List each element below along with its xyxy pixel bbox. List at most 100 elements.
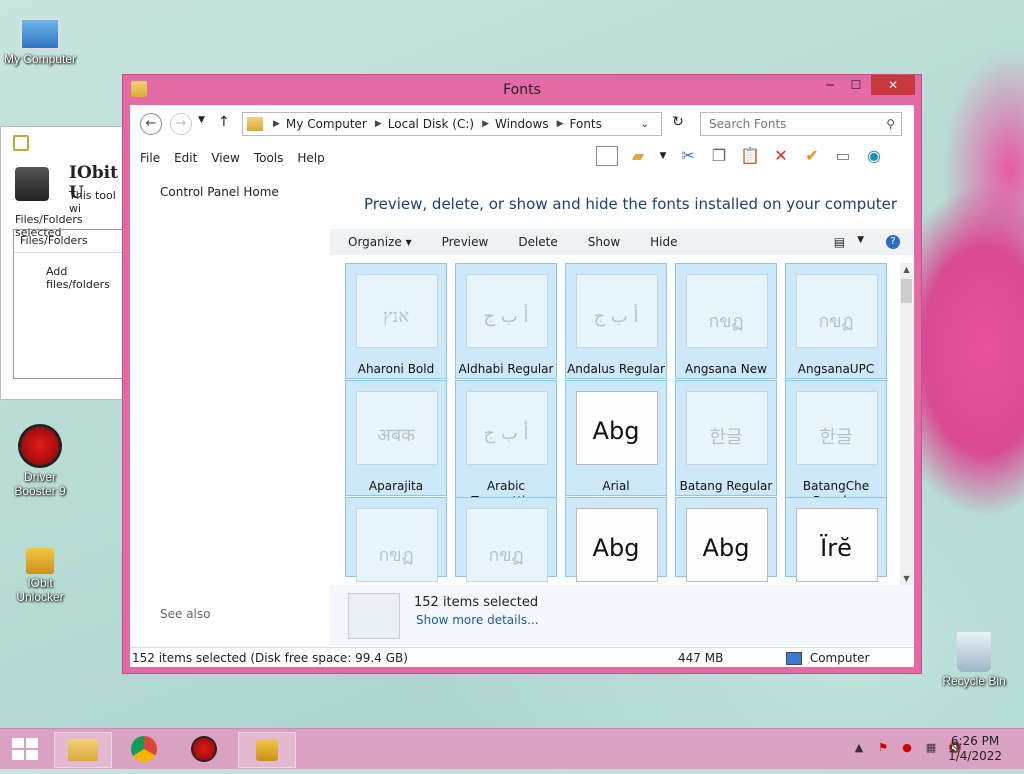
status-size: 447 MB — [678, 651, 724, 665]
font-tile[interactable]: 한글BatangChe Regular — [785, 380, 887, 511]
network-icon[interactable]: ▦ — [922, 741, 940, 757]
menu-edit[interactable]: Edit — [174, 151, 197, 165]
font-tile[interactable]: Ïrĕ — [785, 497, 887, 582]
show-more-details-link[interactable]: Show more details... — [416, 613, 539, 627]
rename-icon[interactable]: ▭ — [832, 145, 854, 167]
iobit-column-header[interactable]: Files/Folders — [14, 230, 126, 253]
taskbar-chrome[interactable] — [116, 732, 172, 766]
help-icon[interactable]: ? — [886, 235, 900, 249]
control-panel-home-link[interactable]: Control Panel Home — [160, 185, 279, 199]
paste-icon[interactable]: 📋 — [739, 145, 761, 167]
start-button[interactable] — [0, 732, 50, 766]
up-button[interactable]: ↑ — [218, 114, 230, 130]
desktop-icon-iobit-unlocker[interactable]: IObit Unlocker — [0, 534, 80, 604]
maximize-button[interactable]: ☐ — [843, 75, 869, 95]
minimize-button[interactable]: ─ — [817, 75, 843, 95]
copy-icon[interactable]: ❐ — [708, 145, 730, 167]
toolbar: ▰ ▼ ✂ ❐ 📋 ✕ ✔ ▭ ◉ — [596, 145, 894, 167]
scroll-thumb[interactable] — [901, 279, 912, 303]
show-hidden-icons-icon[interactable]: ▲ — [850, 741, 868, 757]
status-bar: 152 items selected (Disk free space: 99.… — [130, 647, 914, 668]
checkmark-icon[interactable]: ✔ — [801, 145, 823, 167]
font-tile[interactable]: กขฏ AngsanaUPC — [785, 263, 887, 379]
organize-button[interactable]: Organize ▾ — [348, 235, 412, 249]
scroll-down-icon[interactable]: ▼ — [900, 574, 913, 583]
taskbar: ▲ ⚑ ● ▦ 🔇 6:26 PM 1/4/2022 — [0, 728, 1024, 769]
font-tile[interactable]: Abg — [675, 497, 777, 582]
scroll-up-icon[interactable]: ▲ — [900, 265, 913, 274]
breadcrumb-local-disk[interactable]: Local Disk (C:) — [388, 117, 474, 131]
breadcrumb-fonts[interactable]: Fonts — [570, 117, 602, 131]
hide-button[interactable]: Hide — [650, 235, 677, 249]
font-tile[interactable]: Abg — [565, 497, 667, 582]
font-preview-glyph: אנץ — [382, 306, 410, 327]
font-tile[interactable]: กขฏ — [455, 497, 557, 582]
font-preview-glyph: Abg — [592, 417, 640, 445]
command-bar: Organize ▾ Preview Delete Show Hide ▤ ▼ … — [330, 229, 914, 255]
forward-button[interactable]: → — [170, 113, 192, 135]
unlocker-logo-icon — [15, 167, 49, 201]
computer-icon — [20, 18, 60, 50]
window-titlebar[interactable]: Fonts ─ ☐ ✕ — [123, 75, 921, 105]
search-icon[interactable]: ⚲ — [878, 117, 901, 131]
driver-booster-tray-icon[interactable]: ● — [898, 741, 916, 757]
desktop-icon-recycle-bin[interactable]: Recycle Bin — [934, 632, 1014, 688]
properties-globe-icon[interactable]: ◉ — [863, 145, 885, 167]
recent-locations-icon[interactable]: ▼ — [198, 115, 205, 125]
font-preview-thumbnail — [348, 593, 400, 639]
font-preview-glyph: أ ب ج — [483, 423, 529, 444]
font-tile[interactable]: 한글 Batang Regular — [675, 380, 777, 496]
font-tile[interactable]: กขฏ — [345, 497, 447, 582]
delete-button[interactable]: Delete — [518, 235, 557, 249]
iobit-file-list[interactable]: Files/Folders Add files/folders — [13, 229, 127, 379]
vertical-scrollbar[interactable]: ▲ ▼ — [900, 263, 913, 585]
folder-check-icon[interactable]: ▰ — [627, 145, 649, 167]
desktop-icon-my-computer[interactable]: My Computer — [0, 10, 80, 66]
font-tile[interactable]: أ ب ج Andalus Regular — [565, 263, 667, 379]
font-tile[interactable]: กขฏ Angsana New — [675, 263, 777, 379]
font-name: Angsana New — [685, 362, 767, 376]
font-preview-glyph: กขฏ — [378, 545, 414, 566]
taskbar-file-explorer[interactable] — [54, 732, 112, 768]
close-button[interactable]: ✕ — [871, 75, 915, 95]
fonts-grid: אנץ Aharoni Bold أ ب ج Aldhabi Regular أ ب ج… — [345, 263, 901, 585]
driver-booster-icon — [191, 736, 217, 762]
taskbar-iobit-unlocker[interactable] — [238, 732, 296, 768]
preview-button[interactable]: Preview — [442, 235, 489, 249]
view-dropdown-icon[interactable]: ▼ — [857, 235, 864, 249]
font-tile[interactable]: אנץ Aharoni Bold — [345, 263, 447, 379]
taskbar-driver-booster[interactable] — [176, 732, 232, 766]
font-tile[interactable]: अबक Aparajita — [345, 380, 447, 496]
address-bar[interactable]: ▶ My Computer ▶ Local Disk (C:) ▶ Window… — [242, 112, 662, 136]
menu-view[interactable]: View — [211, 151, 239, 165]
layout-pane-icon[interactable] — [596, 146, 618, 166]
breadcrumb-my-computer[interactable]: My Computer — [286, 117, 367, 131]
font-preview-glyph: أ ب ج — [593, 306, 639, 327]
status-selection: 152 items selected (Disk free space: 99.… — [132, 651, 408, 665]
fonts-folder-icon — [247, 117, 263, 131]
iobit-subtitle: This tool wi — [69, 189, 116, 215]
menu-file[interactable]: File — [140, 151, 160, 165]
breadcrumb-windows[interactable]: Windows — [495, 117, 549, 131]
delete-icon[interactable]: ✕ — [770, 145, 792, 167]
menu-help[interactable]: Help — [297, 151, 324, 165]
font-preview-glyph: 한글 — [819, 427, 853, 448]
font-preview-glyph: 한글 — [709, 427, 743, 448]
back-button[interactable]: ← — [140, 113, 162, 135]
show-button[interactable]: Show — [588, 235, 620, 249]
action-center-flag-icon[interactable]: ⚑ — [874, 741, 892, 757]
search-input[interactable]: Search Fonts ⚲ — [700, 112, 902, 136]
clock[interactable]: 6:26 PM 1/4/2022 — [948, 734, 1002, 764]
dropdown-arrow-icon[interactable]: ▼ — [658, 145, 668, 167]
menu-tools[interactable]: Tools — [254, 151, 284, 165]
desktop-icon-driver-booster[interactable]: Driver Booster 9 — [0, 424, 80, 498]
refresh-button[interactable]: ↻ — [668, 114, 688, 134]
font-preview-glyph: Ïrĕ — [820, 534, 852, 562]
chevron-down-icon[interactable]: ⌄ — [641, 119, 649, 130]
view-icon[interactable]: ▤ — [834, 235, 845, 249]
font-tile[interactable]: Abg Arial — [565, 380, 667, 496]
cut-icon[interactable]: ✂ — [677, 145, 699, 167]
driver-booster-icon — [18, 424, 62, 468]
details-pane: 152 items selected Show more details... — [330, 585, 914, 645]
font-tile[interactable]: أ ب ج Aldhabi Regular — [455, 263, 557, 379]
